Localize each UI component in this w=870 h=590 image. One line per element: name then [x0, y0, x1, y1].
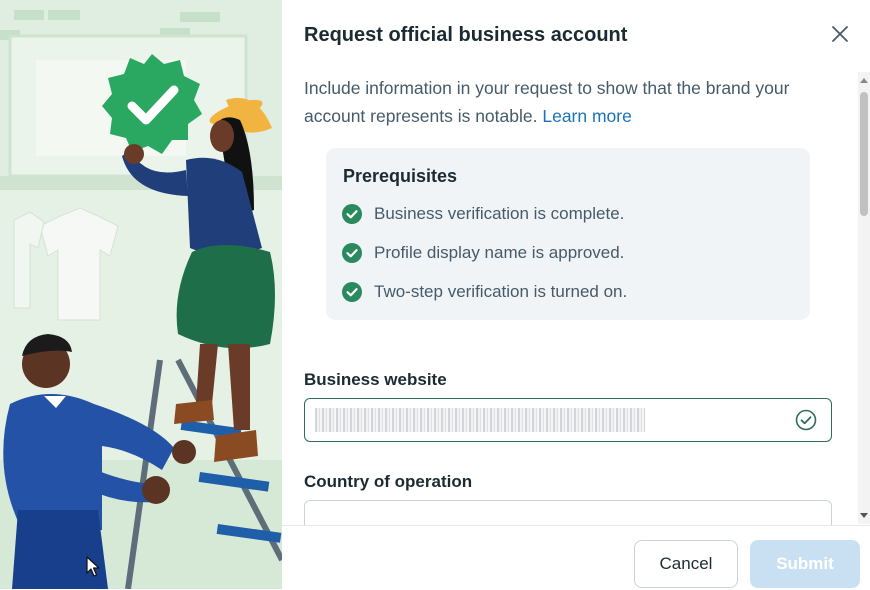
prerequisite-item: Business verification is complete. [342, 204, 624, 224]
mouse-cursor-icon [86, 556, 100, 577]
business-website-field[interactable] [304, 398, 832, 442]
prerequisite-label: Two-step verification is turned on. [374, 282, 628, 301]
dialog-scroll-area[interactable]: Include information in your request to s… [282, 70, 858, 525]
submit-button[interactable]: Submit [750, 540, 860, 588]
scroll-up-arrow[interactable] [860, 78, 868, 83]
request-official-account-dialog: Request official business account Includ… [0, 0, 870, 589]
prerequisite-label: Business verification is complete. [374, 204, 625, 223]
check-circle-outline-icon [795, 409, 817, 431]
country-of-operation-label: Country of operation [304, 472, 473, 491]
scrollbar-thumb[interactable] [860, 92, 868, 216]
prerequisite-item: Two-step verification is turned on. [342, 282, 627, 302]
close-icon [832, 26, 848, 42]
prerequisite-label: Profile display name is approved. [374, 243, 625, 262]
intro-text: Include information in your request to s… [304, 74, 824, 130]
prerequisites-card: Prerequisites Business verification is c… [326, 148, 810, 320]
dialog-footer: Cancel Submit [282, 525, 870, 590]
learn-more-link[interactable]: Learn more [542, 106, 632, 126]
prerequisites-title: Prerequisites [343, 166, 458, 186]
scroll-down-arrow[interactable] [860, 513, 868, 518]
business-website-label: Business website [304, 370, 447, 389]
close-button[interactable] [826, 20, 854, 48]
check-circle-icon [342, 282, 362, 302]
check-circle-icon [342, 204, 362, 224]
illustration-panel [0, 0, 282, 589]
dialog-title: Request official business account [304, 24, 628, 46]
scrollbar[interactable] [858, 72, 870, 524]
request-form-panel: Request official business account Includ… [282, 0, 870, 589]
prerequisite-item: Profile display name is approved. [342, 243, 624, 263]
cancel-button[interactable]: Cancel [634, 540, 738, 588]
business-website-value [315, 408, 645, 432]
store-illustration [0, 0, 282, 589]
country-of-operation-field[interactable] [304, 500, 832, 525]
check-circle-icon [342, 243, 362, 263]
